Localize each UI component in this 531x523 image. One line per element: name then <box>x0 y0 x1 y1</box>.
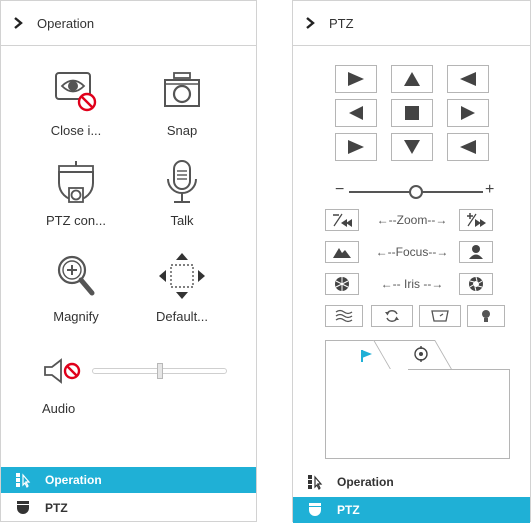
bulb-icon <box>482 310 490 322</box>
nav-ptz[interactable]: PTZ <box>293 497 530 523</box>
focus-far-button[interactable] <box>459 241 493 263</box>
nav-ptz-label: PTZ <box>337 503 360 517</box>
ptz-down-button[interactable] <box>391 133 433 161</box>
chevron-right-icon <box>306 17 315 29</box>
microphone-icon <box>167 160 197 203</box>
ptz-up-button[interactable] <box>391 65 433 93</box>
ptz-down-left-button[interactable] <box>335 133 377 161</box>
default-view-icon <box>159 253 205 299</box>
default-view-button[interactable]: Default... <box>132 249 232 324</box>
close-image-button[interactable]: Close i... <box>26 63 126 138</box>
wave-icon <box>335 309 353 323</box>
audio-volume-thumb[interactable] <box>156 363 163 379</box>
operation-panel: Operation Close i... Snap PTZ con... Tal… <box>0 0 257 522</box>
snap-button[interactable]: Snap <box>132 63 232 138</box>
nav-operation[interactable]: Operation <box>1 467 256 493</box>
person-icon <box>469 245 483 259</box>
aperture-closed-icon <box>335 277 349 291</box>
cruise-icon <box>414 346 428 362</box>
operation-icon <box>16 473 31 488</box>
refresh-icon <box>385 310 399 322</box>
ptz-panel: PTZ − + ←--Zoom--→ ←--Focus--→ ←-- Iris … <box>292 0 531 523</box>
auto-scan-button[interactable] <box>371 305 413 327</box>
iris-close-button[interactable] <box>325 273 359 295</box>
arrow-down-icon <box>404 140 420 154</box>
audio-volume-slider[interactable] <box>92 363 227 379</box>
wiper-button[interactable] <box>325 305 363 327</box>
arrow-right-icon <box>461 106 475 120</box>
aperture-open-icon <box>469 276 483 292</box>
close-image-label: Close i... <box>50 123 102 138</box>
ptz-stop-button[interactable] <box>391 99 433 127</box>
mountain-icon <box>333 248 351 258</box>
speed-thumb[interactable] <box>409 185 423 199</box>
zoom-label: ←--Zoom--→ <box>376 213 448 227</box>
focus-near-button[interactable] <box>325 241 359 263</box>
nav-ptz[interactable]: PTZ <box>1 495 256 521</box>
ptz-camera-icon <box>58 161 94 203</box>
ptz-down-right-button[interactable] <box>447 133 489 161</box>
camera-icon <box>164 72 200 107</box>
chevron-right-icon <box>14 17 23 29</box>
arrow-up-right-icon <box>460 72 476 86</box>
arrow-down-right-icon <box>460 140 476 154</box>
default-view-label: Default... <box>155 309 209 324</box>
nav-operation[interactable]: Operation <box>293 469 530 495</box>
ptz-control-button[interactable]: PTZ con... <box>26 153 126 228</box>
nav-operation-label: Operation <box>337 475 394 489</box>
magnify-label: Magnify <box>53 309 99 324</box>
zoom-in-icon <box>467 213 486 227</box>
flag-icon <box>361 350 372 362</box>
ptz-up-left-button[interactable] <box>335 65 377 93</box>
light-button[interactable] <box>467 305 505 327</box>
ptz-panel-header[interactable]: PTZ <box>293 1 530 46</box>
nav-ptz-label: PTZ <box>45 501 68 515</box>
ptz-control-label: PTZ con... <box>46 213 106 228</box>
speed-plus-label: + <box>485 181 495 198</box>
zoom-out-icon <box>333 213 352 227</box>
operation-panel-title: Operation <box>37 15 95 31</box>
ptz-speed-slider[interactable]: − + <box>335 181 495 201</box>
zoom-out-button[interactable] <box>325 209 359 231</box>
speed-minus-label: − <box>335 181 345 198</box>
magnify-icon <box>57 255 95 296</box>
snap-label: Snap <box>166 123 198 138</box>
stop-icon <box>405 106 419 120</box>
menu-icon <box>431 310 449 322</box>
arrow-down-left-icon <box>348 140 364 154</box>
operation-icon <box>308 475 323 490</box>
ptz-right-button[interactable] <box>447 99 489 127</box>
arrow-left-icon <box>349 106 363 120</box>
ptz-up-right-button[interactable] <box>447 65 489 93</box>
cruise-tab[interactable] <box>413 346 429 367</box>
audio-label: Audio <box>42 401 76 416</box>
iris-open-button[interactable] <box>459 273 493 295</box>
iris-label: ←-- Iris --→ <box>380 277 444 291</box>
close-image-icon <box>55 72 97 112</box>
menu-button[interactable] <box>419 305 461 327</box>
preset-list-area <box>325 369 510 459</box>
ptz-icon <box>309 503 321 516</box>
operation-panel-header[interactable]: Operation <box>1 1 256 46</box>
arrow-up-left-icon <box>348 72 364 86</box>
arrow-up-icon <box>404 72 420 86</box>
speaker-muted-icon[interactable] <box>43 357 83 385</box>
talk-label: Talk <box>170 213 194 228</box>
focus-label: ←--Focus--→ <box>375 245 449 259</box>
ptz-icon <box>17 501 29 514</box>
ptz-panel-title: PTZ <box>329 15 354 31</box>
talk-button[interactable]: Talk <box>132 153 232 228</box>
nav-operation-label: Operation <box>45 473 102 487</box>
zoom-in-button[interactable] <box>459 209 493 231</box>
ptz-left-button[interactable] <box>335 99 377 127</box>
magnify-button[interactable]: Magnify <box>26 249 126 324</box>
